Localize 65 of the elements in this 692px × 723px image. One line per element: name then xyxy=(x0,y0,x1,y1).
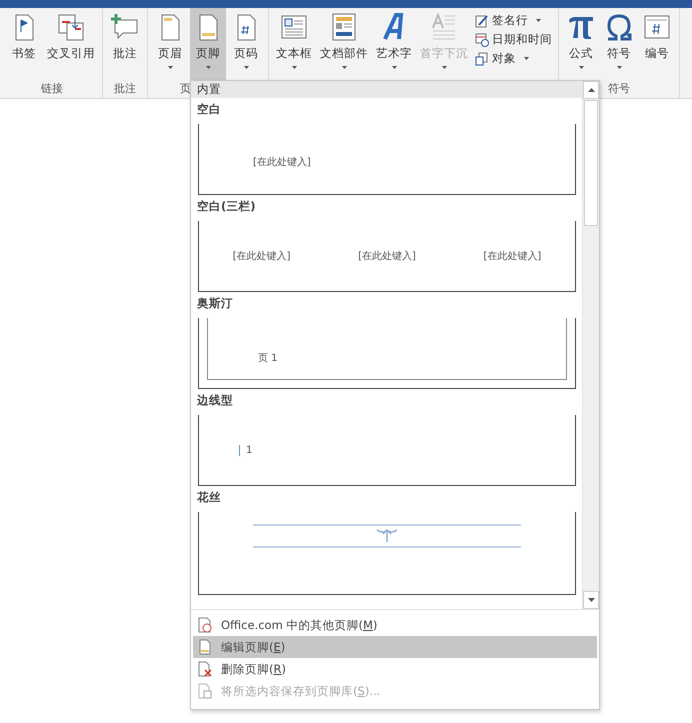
menu-item[interactable]: 删除页脚(R) xyxy=(193,658,597,680)
section-header: 内置 xyxy=(191,81,582,98)
group-label: 符号 xyxy=(608,81,630,97)
group-label: 批注 xyxy=(114,81,136,97)
caret-icon xyxy=(392,66,396,69)
footer-preview[interactable]: 1 xyxy=(198,415,576,486)
placeholder-text: [在此处键入] xyxy=(232,250,291,263)
footer-page-icon xyxy=(197,639,213,655)
caret-icon xyxy=(168,66,172,69)
ribbon-button[interactable]: 公式 xyxy=(563,8,599,80)
caret-icon xyxy=(616,66,622,69)
down-arrow-icon xyxy=(588,598,594,602)
ribbon-button[interactable]: 签名行 xyxy=(473,12,554,29)
placeholder-text: [在此处键入] xyxy=(358,250,416,263)
signature-icon xyxy=(475,14,489,28)
caret-icon xyxy=(244,66,248,69)
placeholder-text: [在此处键入] xyxy=(483,250,542,263)
footer-preview[interactable] xyxy=(198,512,576,595)
ribbon-button[interactable]: 对象 xyxy=(473,50,554,67)
caret-icon xyxy=(206,66,210,69)
gallery-item-title: 空白(三栏) xyxy=(196,198,257,215)
ribbon-button[interactable]: 书签 xyxy=(6,8,42,80)
menu-item[interactable]: Office.com 中的其他页脚(M) xyxy=(193,614,597,636)
caret-icon xyxy=(442,66,446,69)
group-label: 页 xyxy=(180,81,191,97)
ribbon-button[interactable]: 批注 xyxy=(107,8,143,80)
page-globe-icon xyxy=(197,617,213,633)
save-to-gallery-icon xyxy=(197,683,213,699)
page-number-text: 1 xyxy=(239,444,252,456)
footer-preview[interactable]: [在此处键入] xyxy=(198,124,576,195)
ribbon-button[interactable]: 文档部件 xyxy=(317,8,371,80)
calendar-clock-icon xyxy=(475,32,489,46)
ribbon-button[interactable]: 页码 xyxy=(228,8,264,80)
gallery-item-title: 空白 xyxy=(196,101,222,118)
object-icon xyxy=(475,52,489,66)
footer-preview[interactable]: [在此处键入] [在此处键入] [在此处键入] xyxy=(198,221,576,292)
scroll-down-button[interactable] xyxy=(583,591,599,609)
ribbon-button[interactable]: 日期和时间 xyxy=(473,31,554,48)
scrollbar[interactable] xyxy=(582,81,599,609)
ribbon-button[interactable]: 文本框 xyxy=(273,8,315,80)
up-arrow-icon xyxy=(588,88,594,92)
caret-icon xyxy=(578,66,584,69)
ribbon-button[interactable]: 页眉 xyxy=(152,8,188,80)
footer-preview[interactable]: 页 1 xyxy=(198,318,576,389)
placeholder-text: [在此处键入] xyxy=(253,156,311,168)
gallery-item-title: 奥斯汀 xyxy=(196,295,234,312)
ribbon-button[interactable]: 艺术字 xyxy=(373,8,415,80)
gallery-item-title: 花丝 xyxy=(196,489,222,506)
ribbon-button[interactable]: 交叉引用 xyxy=(44,8,98,80)
caret-icon xyxy=(342,66,346,69)
page-number-text: 页 1 xyxy=(258,352,278,365)
delete-footer-icon xyxy=(197,661,213,677)
caret-icon xyxy=(292,66,296,69)
comment-icon xyxy=(110,12,140,42)
ribbon-button[interactable]: 符号 xyxy=(601,8,637,80)
ribbon-button[interactable]: 编号 xyxy=(639,8,675,80)
menu-item[interactable]: 编辑页脚(E) xyxy=(193,636,597,658)
ribbon-button[interactable]: 页脚 xyxy=(190,8,226,80)
cross-reference-icon xyxy=(56,12,86,42)
gallery-item-title: 边线型 xyxy=(196,392,234,409)
group-label: 链接 xyxy=(41,81,63,97)
scroll-up-button[interactable] xyxy=(583,81,599,99)
caret-icon xyxy=(524,57,529,60)
caret-icon xyxy=(536,19,541,22)
scroll-thumb[interactable] xyxy=(584,100,598,226)
